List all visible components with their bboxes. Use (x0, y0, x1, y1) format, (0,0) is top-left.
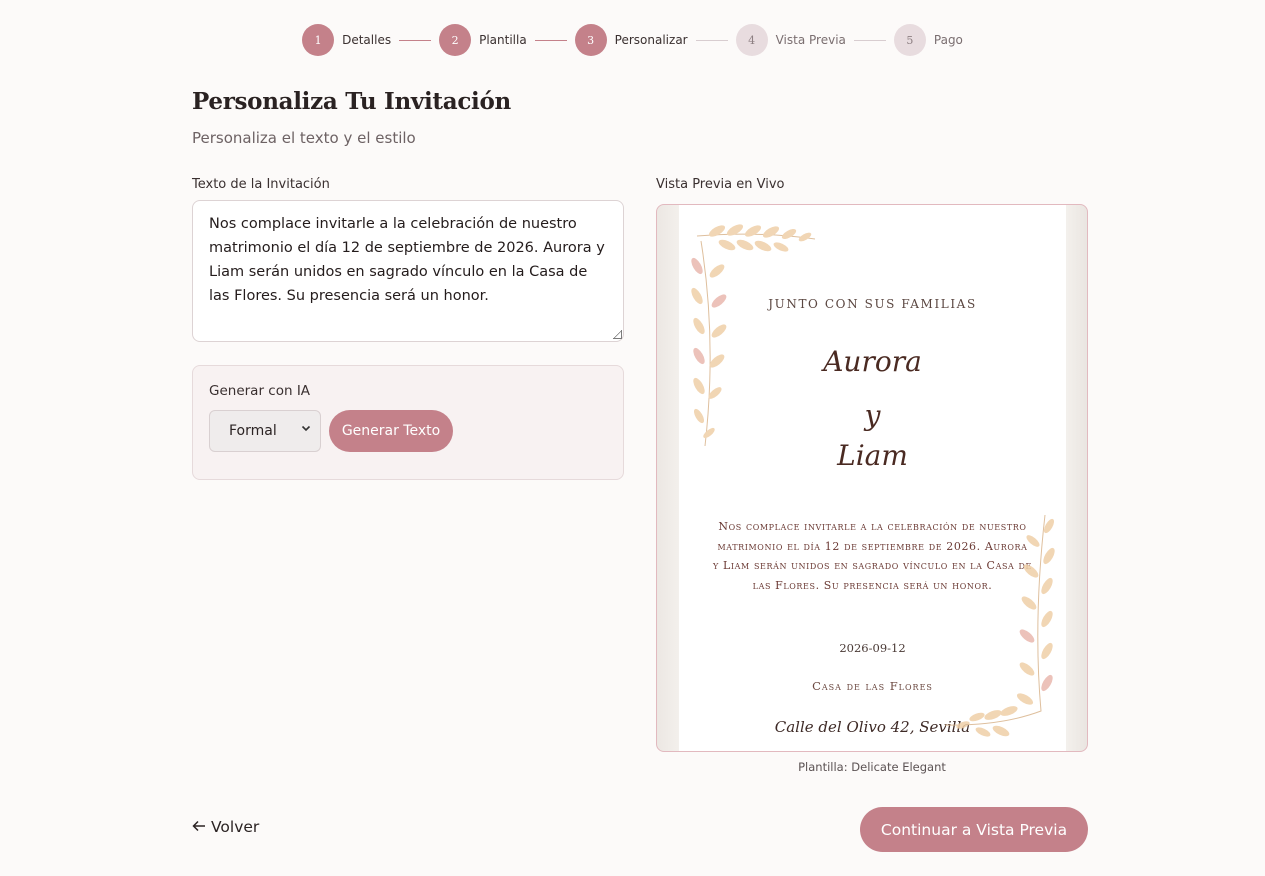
card-families: JUNTO CON SUS FAMILIAS (768, 297, 977, 311)
floral-corner-bottom-right (944, 514, 1055, 737)
step-number: 5 (893, 24, 926, 56)
invitation-card: JUNTO CON SUS FAMILIAS Aurora y Liam Nos… (679, 205, 1066, 751)
step-connector (853, 39, 886, 41)
tone-select[interactable]: Formal (209, 410, 321, 452)
chevron-down-icon (301, 423, 311, 436)
step-number: 2 (439, 24, 472, 56)
step-number: 4 (735, 24, 768, 56)
step-label: Detalles (342, 33, 392, 47)
invitation-text-label: Texto de la Invitación (192, 177, 330, 192)
arrow-left-icon (192, 818, 206, 836)
step-label: Plantilla (479, 33, 527, 47)
tone-select-value: Formal (229, 423, 277, 439)
page-subtitle: Personaliza el texto y el estilo (192, 129, 416, 147)
step-connector (695, 39, 728, 41)
step-pago: 5 Pago (893, 24, 963, 56)
step-label: Vista Previa (775, 33, 846, 47)
continue-button[interactable]: Continuar a Vista Previa (860, 807, 1088, 852)
back-button[interactable]: Volver (192, 818, 259, 836)
template-caption: Plantilla: Delicate Elegant (798, 760, 946, 774)
step-connector (534, 39, 567, 41)
card-conjunction: y (864, 399, 881, 432)
live-preview-label: Vista Previa en Vivo (656, 177, 785, 192)
resize-handle-icon[interactable] (613, 330, 622, 339)
page-title: Personaliza Tu Invitación (192, 88, 511, 115)
step-connector (399, 39, 432, 41)
card-name-1: Aurora (823, 345, 922, 378)
step-personalizar[interactable]: 3 Personalizar (574, 24, 688, 56)
progress-stepper: 1 Detalles 2 Plantilla 3 Personalizar 4 … (0, 24, 1265, 56)
back-label: Volver (211, 818, 260, 836)
step-number: 1 (302, 24, 335, 56)
ai-generator-panel: Generar con IA Formal Generar Texto (192, 365, 624, 480)
invitation-text-input[interactable]: Nos complace invitarle a la celebración … (192, 200, 624, 342)
card-name-2: Liam (837, 439, 908, 472)
step-plantilla[interactable]: 2 Plantilla (439, 24, 527, 56)
step-vista-previa: 4 Vista Previa (735, 24, 846, 56)
step-detalles[interactable]: 1 Detalles (302, 24, 391, 56)
step-label: Pago (933, 33, 963, 47)
step-number: 3 (574, 24, 607, 56)
generate-text-button[interactable]: Generar Texto (329, 410, 453, 452)
step-label: Personalizar (614, 33, 688, 47)
live-preview-frame: JUNTO CON SUS FAMILIAS Aurora y Liam Nos… (656, 204, 1088, 752)
ai-panel-title: Generar con IA (209, 383, 311, 399)
